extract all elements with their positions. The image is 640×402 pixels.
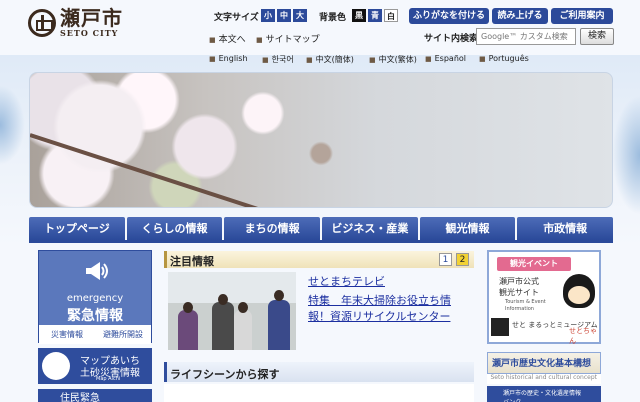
history-culture-banner[interactable]: 瀬戸市歴史文化基本構想 bbox=[487, 352, 601, 374]
city-emblem-icon bbox=[28, 9, 56, 37]
emergency-panel: emergency 緊急情報 bbox=[39, 251, 151, 325]
emergency-banner[interactable]: emergency 緊急情報 災害情報 避難所開設 bbox=[38, 250, 152, 344]
font-size-label: 文字サイズ bbox=[214, 13, 259, 23]
tourism-banner[interactable]: 観光イベント 瀬戸市公式 観光サイト Tourism & Event Infor… bbox=[487, 250, 601, 345]
usage-guide-button[interactable]: ご利用案内 bbox=[551, 8, 613, 24]
bg-color-label: 背景色 bbox=[319, 13, 347, 23]
tourism-line4: Information bbox=[505, 306, 534, 312]
featured-page-2-button[interactable]: 2 bbox=[456, 253, 469, 266]
featured-photo[interactable] bbox=[168, 272, 296, 350]
search-button[interactable]: 検索 bbox=[580, 28, 614, 45]
bg-color-white-button[interactable]: 白 bbox=[384, 9, 398, 22]
tourism-line3: Tourism & Event bbox=[505, 299, 546, 305]
mascot-setochan-icon bbox=[563, 274, 595, 308]
life-scene-body bbox=[164, 384, 474, 402]
nav-underline bbox=[29, 240, 613, 243]
lang-chinese-traditional-link[interactable]: 中文(繁体) bbox=[369, 54, 417, 65]
logo-title: 瀬戸市 bbox=[60, 6, 123, 30]
life-scene-title: ライフシーンから探す bbox=[170, 368, 280, 381]
emergency-en-label: emergency bbox=[66, 293, 124, 304]
nav-living[interactable]: くらしの情報 bbox=[126, 217, 223, 240]
nav-tourism[interactable]: 観光情報 bbox=[419, 217, 516, 240]
nav-town[interactable]: まちの情報 bbox=[224, 217, 321, 240]
nav-city-government[interactable]: 市政情報 bbox=[517, 217, 614, 240]
featured-page-1-button[interactable]: 1 bbox=[439, 253, 452, 266]
tourism-line1: 瀬戸市公式 bbox=[499, 277, 539, 286]
map-aichi-banner[interactable]: マップあいち 土砂災害情報 Map Aichi bbox=[38, 348, 152, 384]
history-culture-sub: Seto historical and cultural concept bbox=[487, 374, 601, 384]
bg-color-black-button[interactable]: 黒 bbox=[352, 9, 366, 22]
read-aloud-button[interactable]: 読み上げる bbox=[492, 8, 548, 24]
featured-title: 注目情報 bbox=[170, 255, 214, 268]
site-search-label: サイト内検索 bbox=[424, 34, 479, 44]
resident-emergency-banner[interactable]: 住民緊急 bbox=[38, 389, 152, 402]
font-size-large-button[interactable]: 大 bbox=[293, 9, 307, 22]
sitemap-link[interactable]: サイトマップ bbox=[256, 32, 320, 45]
tourism-line2: 観光サイト bbox=[499, 288, 539, 297]
font-size-small-button[interactable]: 小 bbox=[261, 9, 275, 22]
main-nav: トップページ くらしの情報 まちの情報 ビジネス・産業 観光情報 市政情報 bbox=[29, 217, 614, 240]
emergency-links: 災害情報 避難所開設 bbox=[39, 325, 151, 344]
skip-to-content-link[interactable]: 本文へ bbox=[209, 32, 246, 45]
nav-top-page[interactable]: トップページ bbox=[29, 217, 125, 240]
site-logo[interactable]: 瀬戸市 SETO CITY bbox=[28, 8, 123, 38]
museum-logo-icon bbox=[491, 318, 509, 336]
hero-cherry-blossom-image bbox=[29, 72, 613, 208]
furigana-button[interactable]: ふりがなを付ける bbox=[409, 8, 489, 24]
branch-shape bbox=[30, 133, 335, 207]
emergency-jp-label: 緊急情報 bbox=[67, 308, 123, 324]
featured-article-link[interactable]: 特集 年末大掃除お役立ち情報！資源リサイクルセンター bbox=[308, 293, 468, 325]
disaster-info-link[interactable]: 災害情報 bbox=[39, 325, 95, 344]
nav-business[interactable]: ビジネス・産業 bbox=[322, 217, 418, 240]
mascot-name: せとちゃん bbox=[569, 327, 597, 345]
shelter-opening-link[interactable]: 避難所開設 bbox=[95, 325, 151, 344]
seto-machi-tv-link[interactable]: せとまちテレビ bbox=[308, 273, 385, 289]
map-aichi-logo-icon bbox=[42, 352, 70, 380]
megaphone-icon bbox=[86, 262, 108, 280]
lang-spanish-link[interactable]: Español bbox=[425, 54, 466, 63]
tourism-ribbon: 観光イベント bbox=[497, 257, 571, 271]
lang-portuguese-link[interactable]: Português bbox=[479, 54, 529, 63]
lang-korean-link[interactable]: 한국어 bbox=[262, 54, 294, 65]
font-size-medium-button[interactable]: 中 bbox=[277, 9, 291, 22]
heritage-info-bank-banner[interactable]: 瀬戸市の歴史・文化遺産情報バンク bbox=[487, 386, 601, 402]
site-search-input[interactable] bbox=[476, 28, 576, 45]
map-aichi-line3: Map Aichi bbox=[96, 376, 121, 382]
lang-english-link[interactable]: English bbox=[209, 54, 248, 63]
bg-color-blue-button[interactable]: 青 bbox=[368, 9, 382, 22]
logo-subtitle: SETO CITY bbox=[60, 28, 119, 38]
lang-chinese-simplified-link[interactable]: 中文(簡体) bbox=[306, 54, 354, 65]
